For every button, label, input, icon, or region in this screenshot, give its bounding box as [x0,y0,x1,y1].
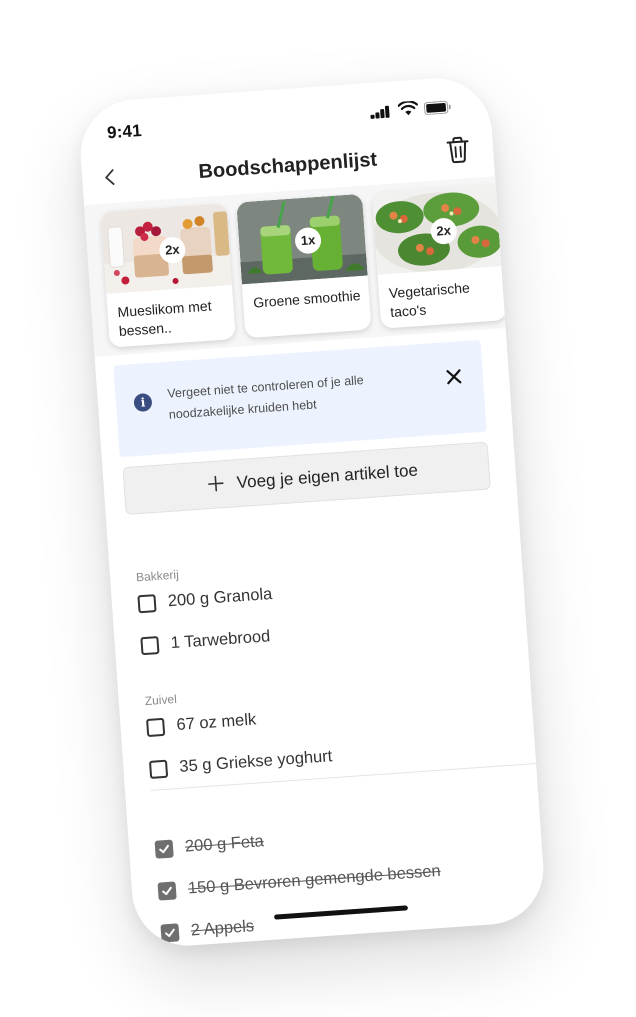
item-label: 35 g Griekse yoghurt [178,747,333,776]
close-icon[interactable] [442,365,465,388]
item-label: 150 g Bevroren gemengde bessen [187,861,442,898]
recipe-card[interactable]: 1x Groene smoothie [236,193,372,339]
phone-screen: 9:41 Boodschappenlijst 2x Mueslikom met … [76,74,548,950]
item-label: 67 oz melk [175,710,257,734]
stage: 9:41 Boodschappenlijst 2x Mueslikom met … [0,0,636,1017]
signal-icon [370,105,393,119]
battery-icon [423,100,451,115]
trash-icon[interactable] [444,134,472,166]
section-label: Zuivel [144,691,178,709]
check-icon [165,928,175,937]
check-icon [162,886,172,896]
item-label: 1 Tarwebrood [170,627,271,653]
checkbox[interactable] [146,717,166,738]
plus-icon [208,475,224,492]
info-banner: i Vergeet niet te controleren of je alle… [113,339,487,458]
checkbox-checked[interactable] [160,923,180,943]
checkbox[interactable] [148,759,169,779]
recipe-card[interactable]: 2x Vegetarische taco's [371,184,506,329]
item-label: 2 Appels [190,917,255,940]
recipe-carousel[interactable]: 2x Mueslikom met bessen.. 1x Groene smoo… [84,176,506,357]
recipe-card[interactable]: 2x Mueslikom met bessen.. [100,203,236,348]
recipe-name: Groene smoothie [252,287,361,311]
status-time: 9:41 [106,120,143,143]
checkbox-checked[interactable] [154,839,174,859]
recipe-name: Mueslikom met bessen.. [117,297,213,340]
section-label: Bakkerij [135,567,180,585]
check-icon [159,844,169,854]
item-label: 200 g Granola [167,584,273,611]
checkbox[interactable] [137,594,157,614]
info-icon: i [133,392,153,413]
recipe-name: Vegetarische taco's [388,279,471,321]
checkbox[interactable] [140,636,160,656]
wifi-icon [397,100,419,116]
banner-text: Vergeet niet te controleren of je alle n… [166,373,365,422]
checkbox-checked[interactable] [157,881,177,901]
item-label: 200 g Feta [184,832,265,856]
add-item-label: Voeg je eigen artikel toe [236,460,419,493]
